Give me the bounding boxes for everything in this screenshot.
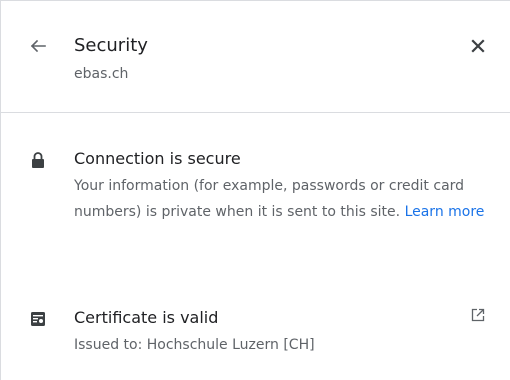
certificate-status-title: Certificate is valid <box>74 308 219 327</box>
connection-status-title: Connection is secure <box>74 149 241 168</box>
arrow-back-icon <box>30 39 46 53</box>
close-icon <box>471 39 485 53</box>
certificate-icon <box>29 310 47 328</box>
certificate-issued-to: Issued to: Hochschule Luzern [CH] <box>74 337 315 353</box>
open-in-new-icon <box>471 308 485 322</box>
security-panel: Security ebas.ch Connection is secure Yo… <box>0 0 510 380</box>
panel-header: Security ebas.ch <box>1 1 510 113</box>
page-title: Security <box>74 35 148 56</box>
lock-icon <box>29 151 47 169</box>
site-domain: ebas.ch <box>74 66 129 82</box>
open-certificate-button[interactable] <box>467 304 489 326</box>
learn-more-link[interactable]: Learn more <box>405 204 485 220</box>
back-button[interactable] <box>23 31 53 61</box>
connection-description: Your information (for example, passwords… <box>74 173 494 225</box>
close-button[interactable] <box>463 31 493 61</box>
